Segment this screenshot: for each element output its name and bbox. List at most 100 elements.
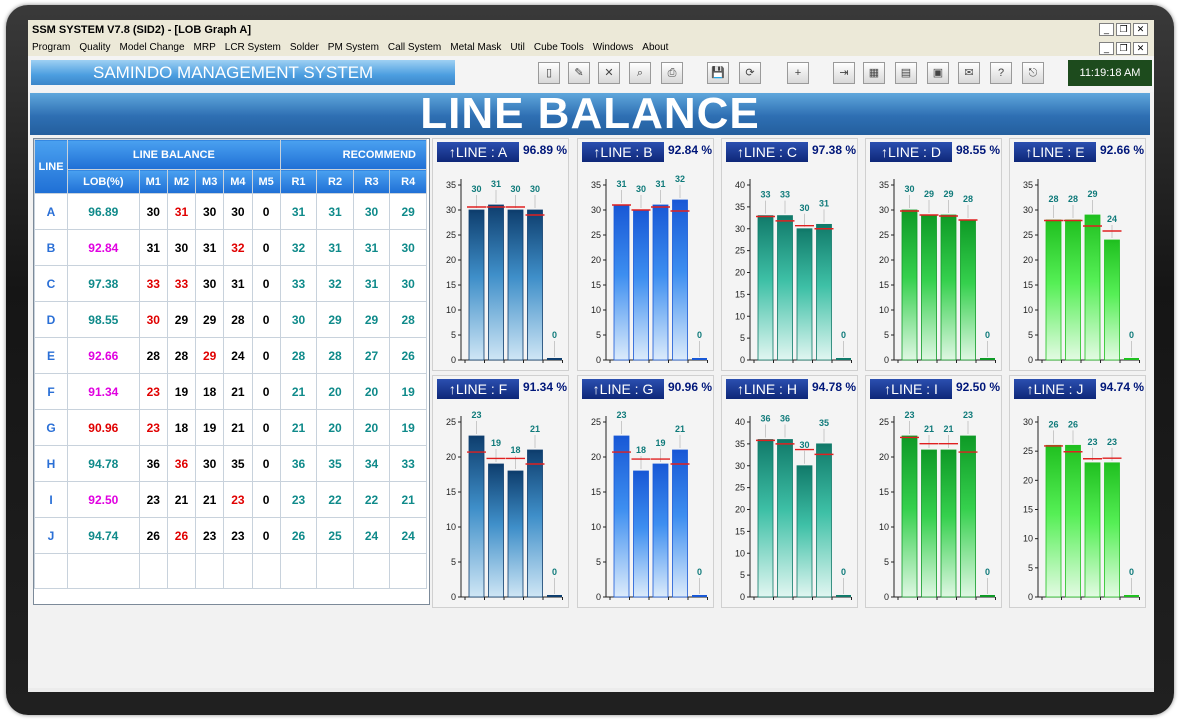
child-close-icon[interactable]: ✕ xyxy=(1133,42,1148,55)
new-doc-icon[interactable]: ▯ xyxy=(538,62,560,84)
edit-doc-icon[interactable]: ✎ xyxy=(568,62,590,84)
recommend-cell: 35 xyxy=(316,445,354,482)
calc-icon[interactable]: ▤ xyxy=(895,62,917,84)
status-bar xyxy=(28,688,1154,692)
calendar-icon[interactable]: ▣ xyxy=(927,62,949,84)
menu-item-lcr-system[interactable]: LCR System xyxy=(225,42,281,53)
grid-icon[interactable]: ▦ xyxy=(863,62,885,84)
bar-cap xyxy=(488,464,504,467)
machine-cell: 31 xyxy=(138,229,168,266)
refresh-icon[interactable]: ⟳ xyxy=(739,62,761,84)
line-chart-title[interactable]: ↑LINE : G xyxy=(582,379,664,399)
bar-value-label: 18 xyxy=(636,445,646,455)
bar xyxy=(836,595,851,597)
menu-item-util[interactable]: Util xyxy=(510,42,524,53)
help-icon[interactable]: ? xyxy=(990,62,1012,84)
lob-cell: 94.74 xyxy=(67,517,140,554)
y-tick-label: 5 xyxy=(884,330,889,340)
bar xyxy=(652,204,669,361)
bar-cap xyxy=(672,450,688,453)
line-chart-card: ↑LINE : E 92.66 % 0 5 10 15 20 25 30 35 28 28 29 24 0 xyxy=(1009,138,1146,371)
machine-cell: 23 xyxy=(138,409,168,446)
line-chart-title[interactable]: ↑LINE : A xyxy=(437,142,519,162)
title-bar: SSM SYSTEM V7.8 (SID2) - [LOB Graph A] _… xyxy=(28,20,1154,40)
line-chart-title[interactable]: ↑LINE : I xyxy=(870,379,952,399)
y-tick-label: 10 xyxy=(879,522,889,532)
bar xyxy=(901,435,918,598)
line-chart-title[interactable]: ↑LINE : H xyxy=(726,379,808,399)
preview-icon[interactable]: ⌕ xyxy=(629,62,651,84)
recommend-cell: 22 xyxy=(352,481,391,518)
y-tick-label: 5 xyxy=(451,557,456,567)
machine-cell: 28 xyxy=(223,301,253,338)
delete-doc-icon[interactable]: ✕ xyxy=(598,62,620,84)
exit-icon[interactable]: ⎋ xyxy=(1022,62,1044,84)
menu-item-model-change[interactable]: Model Change xyxy=(119,42,184,53)
close-icon[interactable]: ✕ xyxy=(1133,23,1148,36)
line-chart-percent: 98.55 % xyxy=(956,143,1001,157)
empty-cell xyxy=(67,553,140,589)
menu-item-about[interactable]: About xyxy=(642,42,668,53)
recommend-cell: 28 xyxy=(316,337,354,374)
bar-value-label: 0 xyxy=(841,567,846,577)
bar-chart: 0 5 10 15 20 25 30 35 28 28 29 24 0 xyxy=(1023,179,1140,365)
save-icon[interactable]: 💾 xyxy=(707,62,729,84)
line-chart-title[interactable]: ↑LINE : B xyxy=(582,142,664,162)
menu-item-mrp[interactable]: MRP xyxy=(194,42,216,53)
export-icon[interactable]: ⇥ xyxy=(833,62,855,84)
mail-icon[interactable]: ✉ xyxy=(958,62,980,84)
line-chart-percent: 92.66 % xyxy=(1100,143,1145,157)
line-chart-card: ↑LINE : J 94.74 % 0 5 10 15 20 25 30 26 26 23 23 0 xyxy=(1009,375,1146,608)
line-chart-title[interactable]: ↑LINE : C xyxy=(726,142,808,162)
line-chart-title[interactable]: ↑LINE : J xyxy=(1014,379,1096,399)
menu-item-cube-tools[interactable]: Cube Tools xyxy=(534,42,584,53)
table-row: I 92.50 23 21 21 23 0 23 22 22 21 xyxy=(34,481,427,518)
recommend-cell: 33 xyxy=(389,445,427,482)
child-restore-icon[interactable]: ❐ xyxy=(1116,42,1131,55)
menu-item-program[interactable]: Program xyxy=(32,42,70,53)
bar-value-label: 31 xyxy=(819,198,829,208)
machine-cell: 31 xyxy=(166,193,197,230)
child-minimize-icon[interactable]: _ xyxy=(1099,42,1114,55)
bar-value-label: 0 xyxy=(841,330,846,340)
bar-value-label: 33 xyxy=(760,190,770,200)
line-chart-title[interactable]: ↑LINE : E xyxy=(1014,142,1096,162)
table-row: A 96.89 30 31 30 30 0 31 31 30 29 xyxy=(34,193,427,230)
page-title: LINE BALANCE xyxy=(30,92,1150,136)
line-chart-title[interactable]: ↑LINE : F xyxy=(437,379,519,399)
bar-value-label: 31 xyxy=(655,179,665,189)
bar-cap xyxy=(1085,215,1100,218)
minimize-icon[interactable]: _ xyxy=(1099,23,1114,36)
recommend-cell: 34 xyxy=(352,445,391,482)
bar xyxy=(1045,444,1062,598)
bar xyxy=(960,219,976,361)
bar-value-label: 30 xyxy=(530,184,540,194)
menu-item-pm-system[interactable]: PM System xyxy=(328,42,379,53)
column-header: M4 xyxy=(223,169,253,194)
y-tick-label: 30 xyxy=(735,224,745,234)
line-chart-title[interactable]: ↑LINE : D xyxy=(870,142,952,162)
bar-value-label: 35 xyxy=(819,418,829,428)
line-chart-percent: 94.74 % xyxy=(1100,380,1145,394)
print-icon[interactable]: ⎙ xyxy=(661,62,683,84)
bar-value-label: 23 xyxy=(963,410,973,420)
menu-item-solder[interactable]: Solder xyxy=(290,42,319,53)
menu-item-metal-mask[interactable]: Metal Mask xyxy=(450,42,501,53)
recommend-cell: 30 xyxy=(352,193,391,230)
menu-item-windows[interactable]: Windows xyxy=(593,42,634,53)
y-tick-label: 35 xyxy=(735,202,745,212)
bar-cap xyxy=(653,464,668,467)
y-tick-label: 30 xyxy=(1023,205,1033,215)
recommend-cell: 32 xyxy=(279,229,318,266)
bar xyxy=(1104,239,1120,361)
menu-item-quality[interactable]: Quality xyxy=(79,42,110,53)
table-row: J 94.74 26 26 23 23 0 26 25 24 24 xyxy=(34,517,427,554)
machine-cell: 18 xyxy=(166,409,197,446)
restore-icon[interactable]: ❐ xyxy=(1116,23,1131,36)
menu-item-call-system[interactable]: Call System xyxy=(388,42,441,53)
bar-value-label: 0 xyxy=(552,330,557,340)
recommend-cell: 24 xyxy=(352,517,391,554)
add-icon[interactable]: + xyxy=(787,62,809,84)
bar-value-label: 23 xyxy=(1087,437,1097,447)
table-row: D 98.55 30 29 29 28 0 30 29 29 28 xyxy=(34,301,427,338)
